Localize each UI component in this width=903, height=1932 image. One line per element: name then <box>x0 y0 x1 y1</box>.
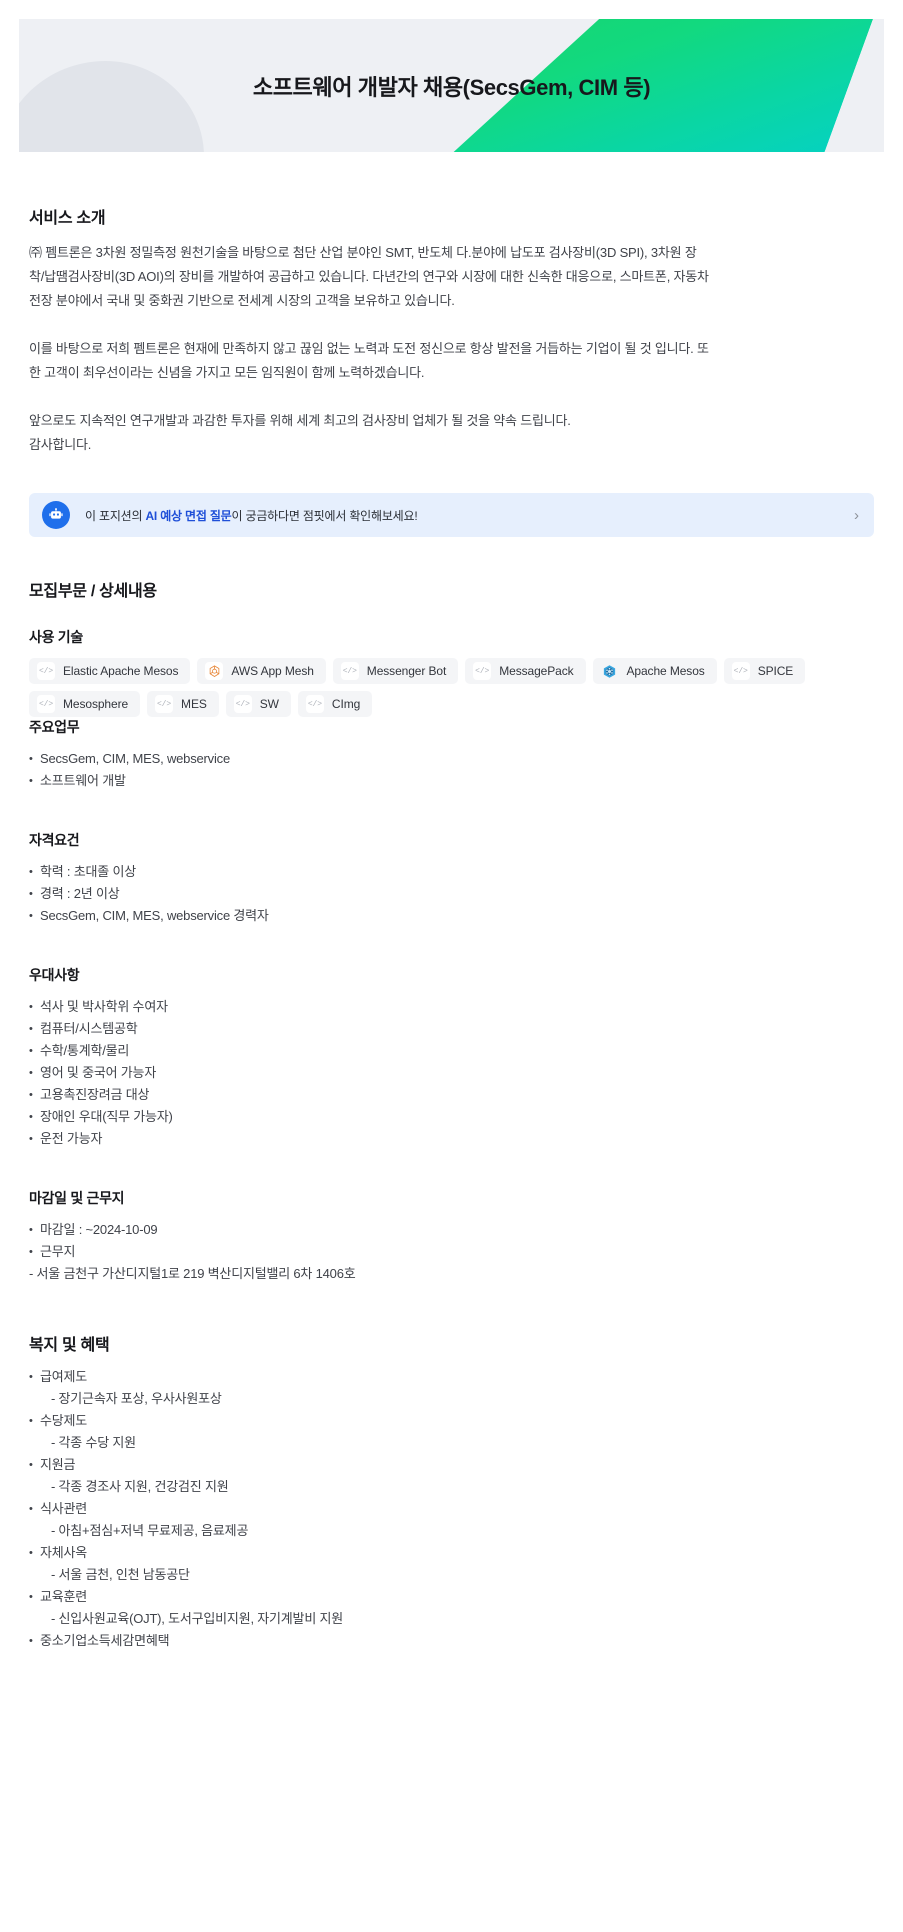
robot-icon <box>42 501 70 529</box>
recruit-heading: 모집부문 / 상세내용 <box>29 583 157 600</box>
code-icon: </> <box>340 662 359 680</box>
list-item: 학력 : 초대졸 이상 <box>29 861 874 883</box>
recruit-detail-block: 마감일 및 근무지마감일 : ~2024-10-09근무지 - 서울 금천구 가산… <box>29 1188 874 1285</box>
list-item: 식사관련 <box>29 1498 874 1520</box>
code-icon: </> <box>233 695 252 713</box>
code-icon: </> <box>473 662 492 680</box>
tech-tag[interactable]: </> Elastic Apache Mesos <box>29 658 191 684</box>
code-icon: </> <box>731 662 750 680</box>
list-item: 급여제도 <box>29 1366 874 1388</box>
list-item: 근무지 <box>29 1241 874 1263</box>
list-item: - 각종 수당 지원 <box>51 1435 136 1450</box>
tech-tag[interactable]: </> SPICE <box>723 658 806 684</box>
code-icon: </> <box>155 695 174 713</box>
list-item: 자체사옥 <box>29 1542 874 1564</box>
recruit-detail-list: SecsGem, CIM, MES, webservice소프트웨어 개발 <box>29 748 874 792</box>
service-intro-section: 서비스 소개 ㈜ 펨트론은 3차원 정밀측정 원천기술을 바탕으로 첨단 산업 … <box>29 204 874 457</box>
aws-app-mesh-icon <box>205 662 224 680</box>
list-item: - 서울 금천, 인천 남동공단 <box>51 1567 190 1582</box>
list-item: - 서울 금천구 가산디지털1로 219 벽산디지털밸리 6차 1406호 <box>29 1266 356 1281</box>
tech-tag[interactable]: </> CImg <box>297 691 373 717</box>
tech-stack-heading: 사용 기술 <box>29 629 83 645</box>
list-item: 수학/통계학/물리 <box>29 1040 874 1062</box>
code-icon: </> <box>305 695 324 713</box>
intro-paragraph: 앞으로도 지속적인 연구개발과 과감한 투자를 위해 세계 최고의 검사장비 업… <box>29 413 571 452</box>
recruit-detail-sections: 주요업무 SecsGem, CIM, MES, webservice소프트웨어 개… <box>29 717 874 1285</box>
page-title: 소프트웨어 개발자 채용(SecsGem, CIM 등) <box>252 74 651 100</box>
list-item: - 장기근속자 포상, 우사사원포상 <box>51 1391 222 1406</box>
tech-tag[interactable]: </> MessagePack <box>465 658 586 684</box>
recruit-detail-list: 석사 및 박사학위 수여자컴퓨터/시스템공학수학/통계학/물리영어 및 중국어 … <box>29 996 874 1150</box>
benefits-heading: 복지 및 혜택 <box>29 1337 110 1354</box>
list-item: 장애인 우대(직무 가능자) <box>29 1106 874 1128</box>
chevron-right-icon[interactable]: › <box>854 508 859 523</box>
code-icon: </> <box>37 662 55 680</box>
list-item: SecsGem, CIM, MES, webservice 경력자 <box>29 905 874 927</box>
list-item: 운전 가능자 <box>29 1128 874 1150</box>
intro-paragraph: ㈜ 펨트론은 3차원 정밀측정 원천기술을 바탕으로 첨단 산업 분야인 SMT… <box>29 245 709 308</box>
recruit-detail-block: 주요업무 SecsGem, CIM, MES, webservice소프트웨어 개… <box>29 717 874 792</box>
tech-tag[interactable]: </> Mesosphere <box>29 691 141 717</box>
tech-tag-label: SPICE <box>757 664 794 678</box>
ai-banner-text: 이 포지션의 AI 예상 면접 질문이 궁금하다면 점핏에서 확인해보세요! <box>85 507 854 524</box>
recruit-detail-list: 마감일 : ~2024-10-09근무지 - 서울 금천구 가산디지털1로 219… <box>29 1219 874 1285</box>
recruit-detail-heading: 자격요건 <box>29 832 80 848</box>
recruit-detail-heading: 마감일 및 근무지 <box>29 1190 125 1206</box>
tech-tag[interactable]: </> SW <box>225 691 291 717</box>
list-item: 지원금 <box>29 1454 874 1476</box>
list-item: 고용촉진장려금 대상 <box>29 1084 874 1106</box>
tech-tag-label: Messenger Bot <box>366 664 447 678</box>
list-item: 교육훈련 <box>29 1586 874 1608</box>
tech-tag-label: SW <box>259 697 279 711</box>
recruit-detail-list: 학력 : 초대졸 이상경력 : 2년 이상SecsGem, CIM, MES, … <box>29 861 874 927</box>
list-item: 수당제도 <box>29 1410 874 1432</box>
tech-tag-label: Apache Mesos <box>626 664 705 678</box>
recruit-section: 모집부문 / 상세내용 사용 기술 </> Elastic Apache Meso… <box>29 577 874 1285</box>
service-intro-heading: 서비스 소개 <box>29 210 106 227</box>
tech-tag-label: MessagePack <box>499 664 574 678</box>
list-item: 소프트웨어 개발 <box>29 770 874 792</box>
tech-tag-label: CImg <box>331 697 361 711</box>
tech-tag-label: MES <box>181 697 207 711</box>
tech-tag[interactable]: </> MES <box>147 691 219 717</box>
tech-tag[interactable]: AWS App Mesh <box>197 658 326 684</box>
ai-banner-text-before: 이 포지션의 <box>85 508 146 523</box>
tech-tag[interactable]: Apache Mesos <box>592 658 717 684</box>
recruit-detail-block: 자격요건학력 : 초대졸 이상경력 : 2년 이상SecsGem, CIM, M… <box>29 830 874 927</box>
page-content: 서비스 소개 ㈜ 펨트론은 3차원 정밀측정 원천기술을 바탕으로 첨단 산업 … <box>0 204 903 1652</box>
benefits-section: 복지 및 혜택 급여제도 - 장기근속자 포상, 우사사원포상수당제도 - 각종 수… <box>29 1331 874 1652</box>
list-item: 경력 : 2년 이상 <box>29 883 874 905</box>
benefits-list: 급여제도 - 장기근속자 포상, 우사사원포상수당제도 - 각종 수당 지원지원금 -… <box>29 1366 874 1652</box>
tech-tag-label: Elastic Apache Mesos <box>63 664 179 678</box>
tech-tag[interactable]: </> Messenger Bot <box>332 658 459 684</box>
list-item: SecsGem, CIM, MES, webservice <box>29 748 874 770</box>
list-item: - 신입사원교육(OJT), 도서구입비지원, 자기계발비 지원 <box>51 1611 344 1626</box>
code-icon: </> <box>37 695 55 713</box>
recruit-detail-heading: 주요업무 <box>29 719 80 735</box>
tech-tag-label: AWS App Mesh <box>231 664 314 678</box>
list-item: 석사 및 박사학위 수여자 <box>29 996 874 1018</box>
list-item: 마감일 : ~2024-10-09 <box>29 1219 874 1241</box>
tech-tag-label: Mesosphere <box>63 697 129 711</box>
recruit-detail-block: 우대사항석사 및 박사학위 수여자컴퓨터/시스템공학수학/통계학/물리영어 및 … <box>29 965 874 1150</box>
tech-stack-block: 사용 기술 </> Elastic Apache Mesos AWS App Mes… <box>29 627 874 717</box>
list-item: 컴퓨터/시스템공학 <box>29 1018 874 1040</box>
recruit-detail-heading: 우대사항 <box>29 967 80 983</box>
list-item: - 각종 경조사 지원, 건강검진 지원 <box>51 1479 229 1494</box>
ai-banner-text-highlight: AI 예상 면접 질문 <box>145 508 232 523</box>
list-item: - 아침+점심+저녁 무료제공, 음료제공 <box>51 1523 249 1538</box>
list-item: 중소기업소득세감면혜택 <box>29 1630 874 1652</box>
intro-paragraph: 이를 바탕으로 저희 펨트론은 현재에 만족하지 않고 끊임 없는 노력과 도전… <box>29 341 709 380</box>
apache-mesos-icon <box>601 662 619 680</box>
ai-banner-text-after: 이 궁금하다면 점핏에서 확인해보세요! <box>231 508 418 523</box>
hero-banner: 소프트웨어 개발자 채용(SecsGem, CIM 등) <box>19 19 884 152</box>
ai-interview-banner[interactable]: 이 포지션의 AI 예상 면접 질문이 궁금하다면 점핏에서 확인해보세요! › <box>29 493 874 537</box>
tech-tag-list: </> Elastic Apache Mesos AWS App Mesh </> Me… <box>29 658 874 717</box>
list-item: 영어 및 중국어 가능자 <box>29 1062 874 1084</box>
